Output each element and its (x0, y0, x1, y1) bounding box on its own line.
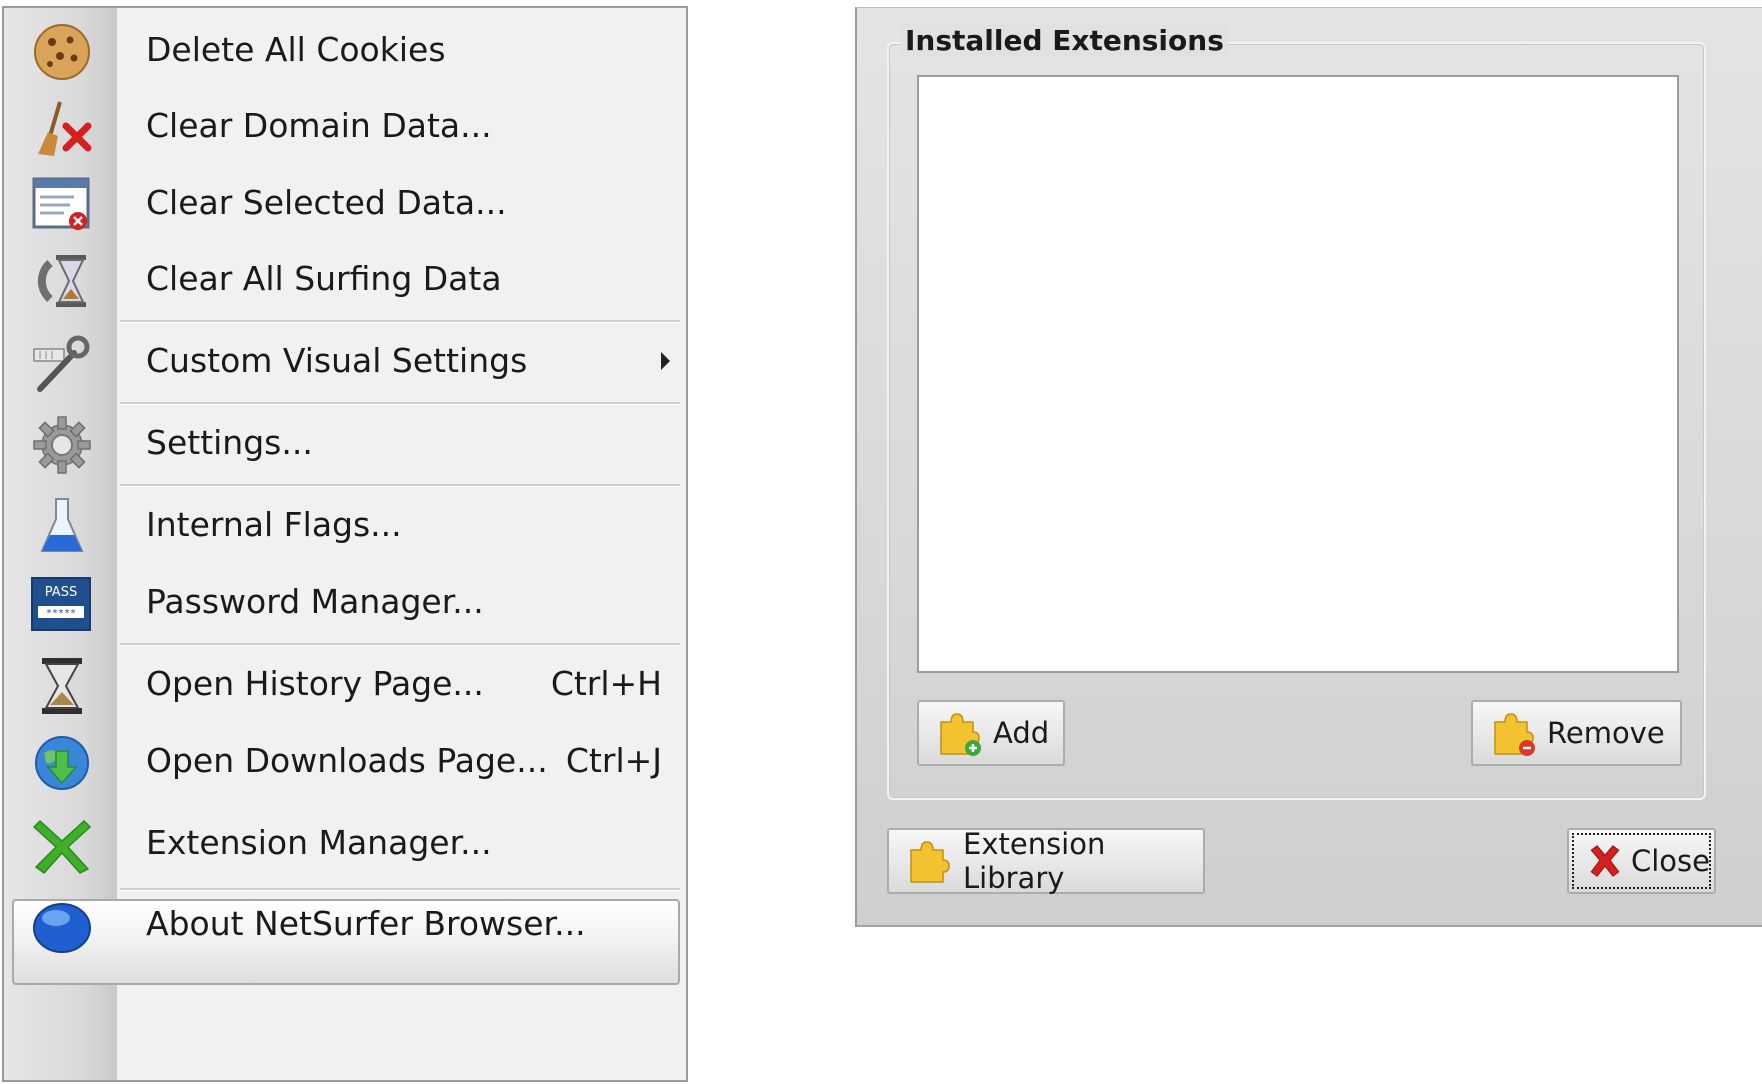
menu-item-label: Extension Manager... (146, 823, 492, 862)
gear-icon (33, 416, 91, 474)
installed-extensions-list[interactable] (917, 75, 1679, 673)
close-icon (1590, 845, 1620, 877)
menu-item-about-netsurfer-browser[interactable]: About NetSurfer Browser... (4, 882, 686, 966)
menu-item-label: About NetSurfer Browser... (146, 904, 586, 943)
context-menu: Delete All Cookies Clear Domain Data... … (2, 6, 688, 1082)
menu-item-label: Clear All Surfing Data (146, 259, 502, 298)
menu-item-extension-manager[interactable]: Extension Manager... (4, 801, 686, 885)
puzzle-add-icon (940, 713, 981, 756)
menu-item-label: Settings... (146, 423, 313, 462)
menu-item-label: Open Downloads Page... (146, 741, 548, 780)
password-icon: PASS ***** (31, 577, 91, 631)
menu-item-label: Password Manager... (146, 582, 484, 621)
close-button-label: Close (1631, 844, 1710, 878)
menu-item-label: Custom Visual Settings (146, 341, 528, 380)
menu-item-label: Delete All Cookies (146, 30, 446, 69)
menu-item-open-history-page[interactable]: Open History Page... Ctrl+H (4, 642, 686, 726)
menu-item-password-manager[interactable]: PASS ***** Password Manager... (4, 560, 686, 644)
cookie-icon (34, 24, 90, 80)
svg-text:*****: ***** (46, 608, 76, 619)
close-button[interactable]: Close (1567, 828, 1716, 894)
green-x-icon (32, 819, 92, 875)
broom-delete-icon (38, 101, 92, 156)
remove-button-label: Remove (1547, 716, 1665, 750)
extension-manager-dialog: Installed Extensions Add Remove Extensio… (855, 7, 1762, 927)
menu-item-shortcut: Ctrl+H (550, 664, 662, 703)
menu-item-clear-all-surfing-data[interactable]: Clear All Surfing Data (4, 237, 686, 321)
extension-library-button[interactable]: Extension Library (887, 827, 1205, 895)
menu-item-delete-all-cookies[interactable]: Delete All Cookies (4, 8, 686, 92)
window-delete-icon (32, 177, 90, 230)
globe-download-icon (35, 736, 89, 790)
add-button-label: Add (993, 716, 1050, 750)
menu-item-settings[interactable]: Settings... (4, 401, 686, 485)
menu-item-label: Open History Page... (146, 664, 484, 703)
svg-text:PASS: PASS (45, 585, 77, 600)
menu-item-label: Clear Selected Data... (146, 183, 507, 222)
submenu-arrow-icon (661, 352, 670, 370)
menu-item-internal-flags[interactable]: Internal Flags... (4, 483, 686, 567)
group-title: Installed Extensions (901, 24, 1228, 57)
hourglass-icon (42, 658, 82, 714)
menu-item-custom-visual-settings[interactable]: Custom Visual Settings (4, 319, 686, 403)
hourglass-reset-icon (37, 255, 86, 307)
menu-item-clear-domain-data[interactable]: Clear Domain Data... (4, 84, 686, 168)
wrench-tools-icon (33, 335, 90, 392)
extension-library-label: Extension Library (963, 827, 1106, 895)
menu-item-label: Internal Flags... (146, 505, 402, 544)
menu-item-label: Clear Domain Data... (146, 106, 492, 145)
menu-item-shortcut: Ctrl+J (565, 741, 662, 780)
puzzle-icon (910, 841, 950, 883)
menu-item-open-downloads-page[interactable]: Open Downloads Page... Ctrl+J (4, 719, 686, 803)
blue-sphere-icon (33, 903, 91, 953)
menu-item-clear-selected-data[interactable]: Clear Selected Data... (4, 161, 686, 245)
puzzle-remove-icon (1494, 713, 1535, 756)
flask-icon (40, 498, 84, 552)
remove-button[interactable]: Remove (1471, 700, 1682, 766)
add-button[interactable]: Add (917, 700, 1065, 766)
